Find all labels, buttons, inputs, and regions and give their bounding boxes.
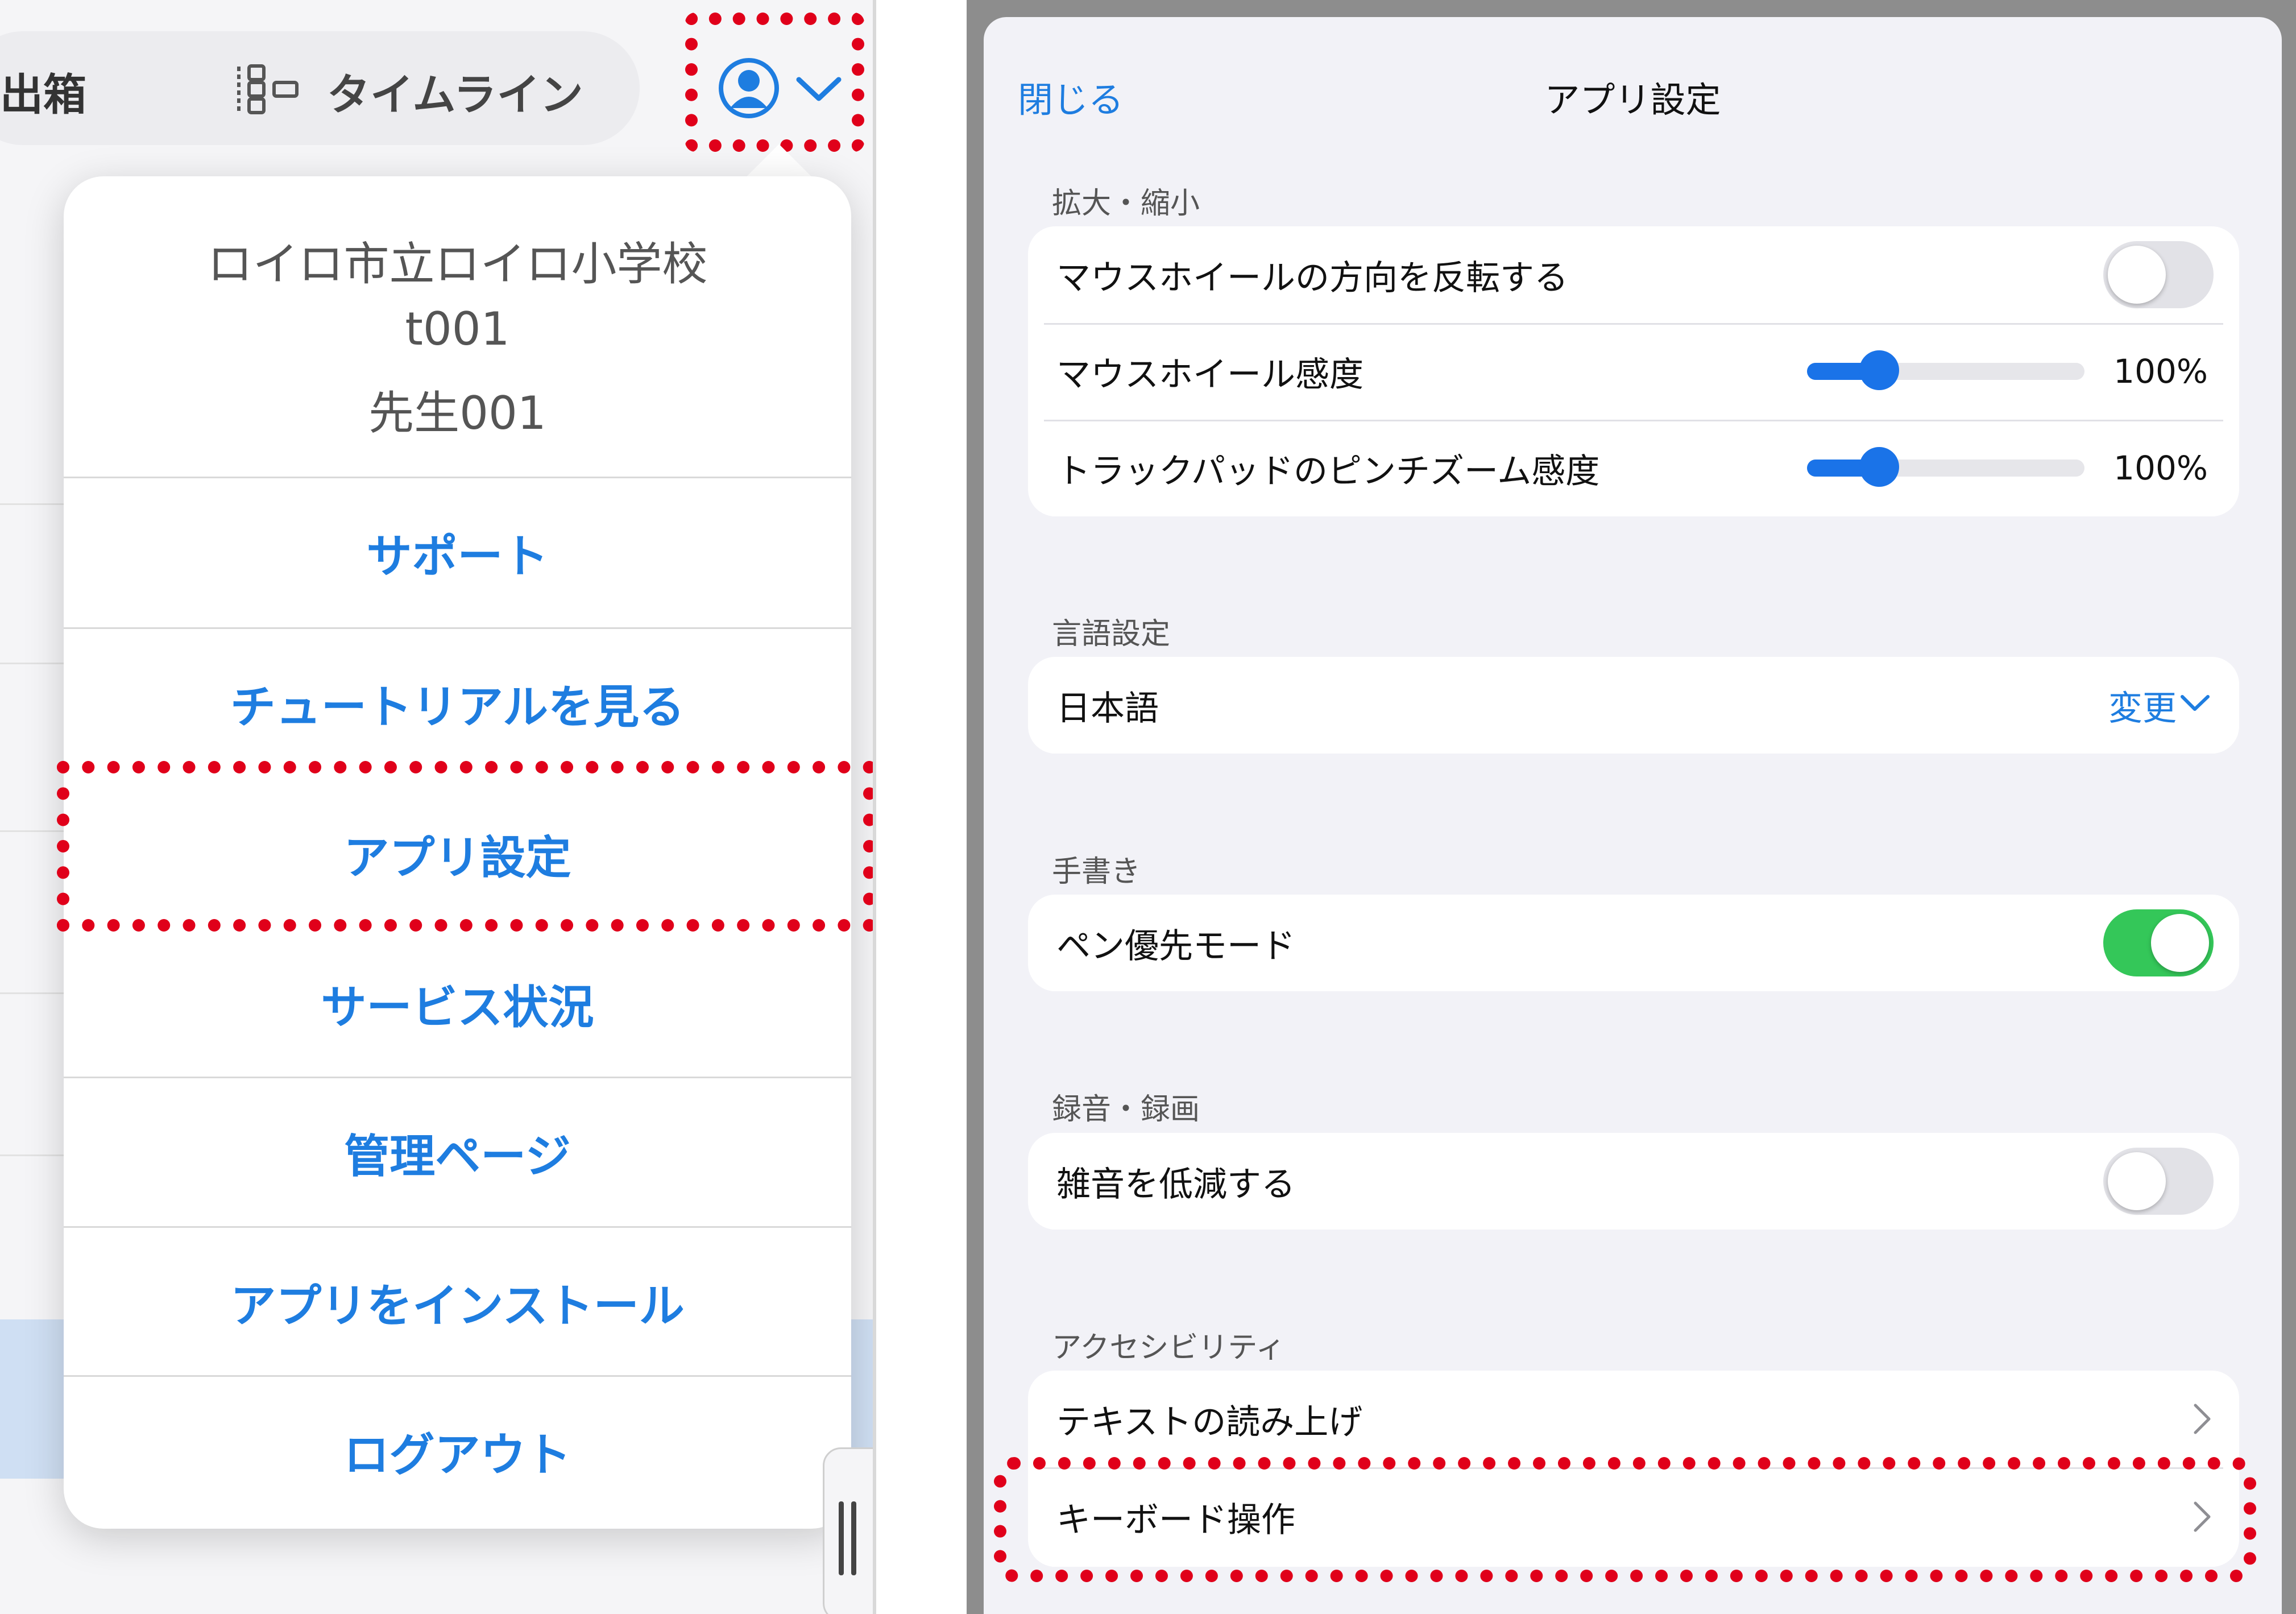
menu-item-install-app[interactable]: アプリをインストール [64, 1227, 851, 1377]
row-noise-reduction: 雑音を低減する [1028, 1133, 2239, 1230]
group-zoom: マウスホイールの方向を反転する マウスホイール感度 100% トラックパッドのピ… [1028, 226, 2239, 516]
highlight-user-menu-button [685, 13, 864, 152]
timeline-icon [237, 64, 299, 114]
menu-item-support[interactable]: サポート [64, 478, 851, 627]
background-divider [0, 503, 74, 505]
section-title-language: 言語設定 [1052, 617, 1171, 651]
pinch-sensitivity-label: トラックパッドのピンチズーム感度 [1056, 451, 1600, 491]
pinch-sensitivity-slider[interactable] [1807, 447, 2084, 487]
menu-item-admin-page[interactable]: 管理ページ [64, 1078, 851, 1227]
group-language: 日本語 変更 [1028, 657, 2239, 754]
noise-reduction-toggle[interactable] [2103, 1148, 2214, 1215]
menu-item-tutorial[interactable]: チュートリアルを見る [64, 628, 851, 778]
row-wheel-sensitivity: マウスホイール感度 100% [1028, 323, 2239, 420]
highlight-app-settings [57, 761, 873, 932]
background-divider [0, 992, 74, 994]
change-language-button[interactable]: 変更 [2108, 657, 2177, 754]
row-invert-wheel: マウスホイールの方向を反転する [1028, 226, 2239, 323]
menu-item-logout[interactable]: ログアウト [64, 1376, 851, 1526]
highlight-keyboard-operation [994, 1457, 2256, 1582]
school-name: ロイロ市立ロイロ小学校 [207, 238, 708, 291]
scroll-grip-line [851, 1501, 856, 1575]
wheel-sensitivity-label: マウスホイール感度 [1056, 354, 1363, 395]
right-panel: アプリ設定 閉じる 拡大・縮小 マウスホイールの方向を反転する マウスホイール感… [967, 0, 2296, 1614]
app-settings-sheet: アプリ設定 閉じる 拡大・縮小 マウスホイールの方向を反転する マウスホイール感… [984, 17, 2282, 1614]
section-title-accessibility: アクセシビリティ [1052, 1331, 1286, 1365]
row-text-to-speech[interactable]: テキストの読み上げ [1028, 1371, 2239, 1467]
invert-wheel-toggle[interactable] [2103, 241, 2214, 308]
close-button[interactable]: 閉じる [1018, 71, 1124, 122]
background-divider [0, 1154, 74, 1156]
left-panel: 出箱 タイムライン ロイロ市立ロイロ小学校 t001 先生001 サポート チュ… [0, 0, 876, 1614]
wheel-sensitivity-slider[interactable] [1807, 350, 2084, 390]
pinch-sensitivity-value: 100% [2113, 449, 2208, 487]
tab-timeline[interactable]: タイムライン [327, 60, 583, 122]
menu-item-service-status[interactable]: サービス状況 [64, 929, 851, 1078]
section-title-handwriting: 手書き [1052, 855, 1141, 889]
section-title-recording: 録音・録画 [1052, 1092, 1200, 1127]
scroll-handle[interactable] [823, 1447, 873, 1614]
tab-folder[interactable]: 出箱 [0, 60, 86, 122]
invert-wheel-label: マウスホイールの方向を反転する [1056, 258, 1568, 298]
toggle-knob [2151, 914, 2209, 972]
slider-thumb[interactable] [1859, 350, 1899, 390]
wheel-sensitivity-value: 100% [2113, 352, 2208, 391]
row-pen-priority: ペン優先モード [1028, 895, 2239, 991]
scroll-grip-line [839, 1501, 844, 1575]
group-recording: 雑音を低減する [1028, 1133, 2239, 1230]
text-to-speech-label: テキストの読み上げ [1056, 1402, 1363, 1442]
row-language: 日本語 変更 [1028, 657, 2239, 754]
noise-reduction-label: 雑音を低減する [1056, 1164, 1295, 1205]
user-name: 先生001 [368, 387, 546, 440]
toggle-knob [2108, 246, 2166, 304]
current-language: 日本語 [1056, 688, 1159, 729]
row-pinch-sensitivity: トラックパッドのピンチズーム感度 100% [1028, 420, 2239, 516]
background-divider [0, 663, 74, 664]
pen-priority-toggle[interactable] [2103, 909, 2214, 976]
sheet-title: アプリ設定 [1544, 79, 1721, 121]
user-id: t001 [405, 303, 510, 355]
slider-thumb[interactable] [1859, 447, 1899, 487]
section-title-zoom: 拡大・縮小 [1052, 187, 1200, 221]
toggle-knob [2108, 1152, 2166, 1210]
chevron-right-icon [2194, 1404, 2211, 1434]
group-handwriting: ペン優先モード [1028, 895, 2239, 991]
pen-priority-label: ペン優先モード [1056, 926, 1295, 966]
chevron-down-icon[interactable] [2179, 692, 2211, 715]
